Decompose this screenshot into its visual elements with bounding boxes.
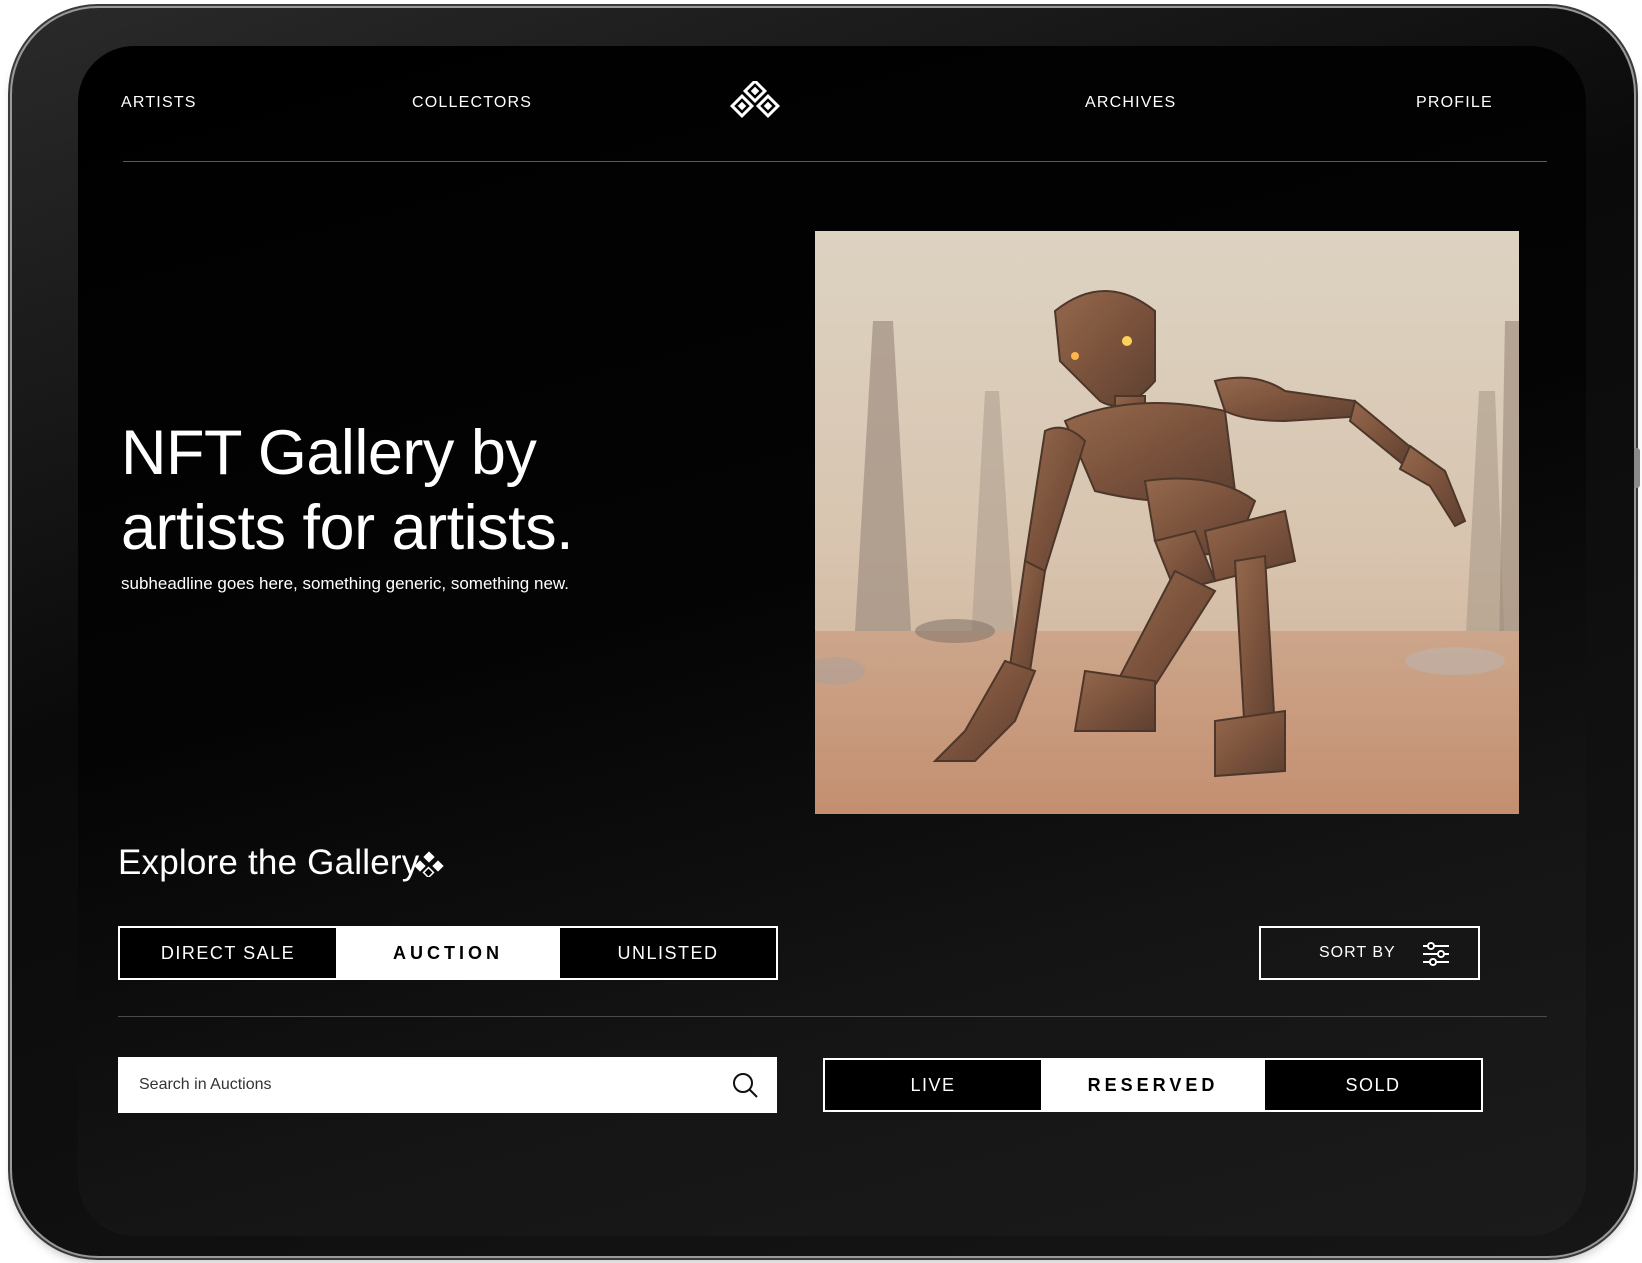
nav-collectors[interactable]: COLLECTORS [412, 94, 532, 112]
sliders-icon [1423, 942, 1449, 966]
app-screen: ARTISTS COLLECTORS ARCHIVES PROFILE NFT … [78, 46, 1586, 1236]
hero-artwork-image[interactable] [815, 231, 1519, 814]
tab-sold[interactable]: SOLD [1265, 1060, 1481, 1110]
nav-divider [123, 161, 1547, 162]
nav-artists[interactable]: ARTISTS [121, 94, 197, 112]
tab-unlisted[interactable]: UNLISTED [560, 928, 776, 978]
sort-label: SORT BY [1319, 944, 1396, 961]
diamond-cluster-logo-icon[interactable] [726, 81, 786, 125]
diamond-cluster-icon [414, 851, 444, 877]
search-icon[interactable] [731, 1071, 759, 1099]
sort-button[interactable]: SORT BY [1259, 926, 1480, 980]
robot-artwork [815, 231, 1519, 814]
status-tabs: LIVE RESERVED SOLD [823, 1058, 1483, 1112]
tablet-frame: ARTISTS COLLECTORS ARCHIVES PROFILE NFT … [12, 8, 1640, 1256]
tab-live[interactable]: LIVE [825, 1060, 1041, 1110]
tab-reserved[interactable]: RESERVED [1041, 1060, 1265, 1110]
hero-title: NFT Gallery by artists for artists. [121, 418, 574, 563]
hero-subtitle: subheadline goes here, something generic… [121, 574, 569, 593]
tab-direct-sale[interactable]: DIRECT SALE [120, 928, 336, 978]
search-bar [118, 1057, 777, 1113]
sale-type-tabs: DIRECT SALE AUCTION UNLISTED [118, 926, 778, 980]
side-button [1634, 448, 1640, 488]
tab-auction[interactable]: AUCTION [336, 928, 560, 978]
section-divider [118, 1016, 1547, 1017]
nav-archives[interactable]: ARCHIVES [1085, 94, 1176, 112]
explore-title: Explore the Gallery [118, 843, 420, 882]
search-input[interactable] [139, 1076, 719, 1094]
nav-profile[interactable]: PROFILE [1416, 94, 1493, 112]
